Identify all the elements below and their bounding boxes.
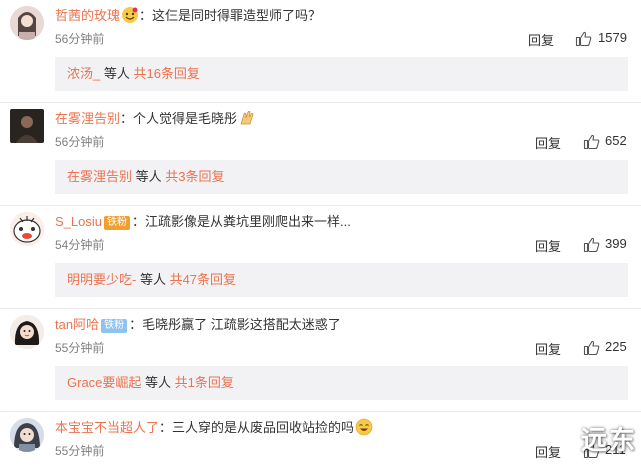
avatar[interactable] <box>10 212 44 246</box>
avatar[interactable] <box>10 315 44 349</box>
thumbs-up-icon[interactable] <box>583 339 600 356</box>
reply-summary[interactable]: 明明要少吃- 等人 共47条回复 <box>55 263 628 297</box>
thumbs-up-icon[interactable] <box>583 236 600 253</box>
reply-mid-text: 等人 <box>132 169 166 184</box>
reply-username[interactable]: 明明要少吃- <box>67 272 136 287</box>
comment-header: 本宝宝不当超人了：三人穿的是从废品回收站捡的吗 <box>55 418 373 438</box>
rose-emoji-icon <box>121 6 139 24</box>
comment-item: 本宝宝不当超人了：三人穿的是从废品回收站捡的吗 55分钟前 回复 211 <box>0 412 641 465</box>
reply-summary[interactable]: 在雾浬告别 等人 共3条回复 <box>55 160 628 194</box>
username[interactable]: 哲茜的玫瑰 <box>55 8 120 23</box>
reply-button[interactable]: 回复 <box>535 236 561 255</box>
comment-text: ：毛晓彤赢了 江疏影这搭配太迷惑了 <box>129 317 341 332</box>
comment-time: 56分钟前 <box>55 135 105 149</box>
comment-text: ：个人觉得是毛晓彤 <box>120 111 238 126</box>
thumbs-up-icon[interactable] <box>575 30 592 47</box>
username[interactable]: 本宝宝不当超人了 <box>55 420 159 435</box>
comment-item: 在雾浬告别：个人觉得是毛晓彤 56分钟前 回复 652 在雾浬告别 等人 共3条… <box>0 103 641 206</box>
username[interactable]: 在雾浬告别 <box>55 111 120 126</box>
comment-time: 55分钟前 <box>55 341 105 355</box>
comment-item: tan阿哈 铁粉 ：毛晓彤赢了 江疏影这搭配太迷惑了 55分钟前 回复 225 Gr… <box>0 309 641 412</box>
like-count: 652 <box>605 133 627 148</box>
iron-fan-badge: 铁粉 <box>101 319 128 333</box>
reply-summary[interactable]: Grace要崛起 等人 共1条回复 <box>55 366 628 400</box>
reply-button[interactable]: 回复 <box>535 133 561 152</box>
avatar[interactable] <box>10 6 44 40</box>
thumbs-up-icon[interactable] <box>583 133 600 150</box>
comment-time: 54分钟前 <box>55 238 105 252</box>
comment-item: S_Losiu 铁粉 ：江疏影像是从粪坑里刚爬出来一样... 54分钟前 回复 39… <box>0 206 641 309</box>
avatar[interactable] <box>10 109 44 143</box>
reply-count-link[interactable]: 共16条回复 <box>133 66 199 81</box>
like-count: 1579 <box>598 30 627 45</box>
reply-count-link[interactable]: 共3条回复 <box>165 169 224 184</box>
like-count: 399 <box>605 236 627 251</box>
reply-button[interactable]: 回复 <box>528 30 554 49</box>
reply-count-link[interactable]: 共47条回复 <box>170 272 236 287</box>
fan-badge: 铁粉 <box>103 216 130 230</box>
reply-mid-text: 等人 <box>141 375 175 390</box>
reply-mid-text: 等人 <box>136 272 170 287</box>
watermark: 远东 <box>580 425 637 455</box>
laughing-emoji-icon <box>355 418 373 436</box>
comment-time: 56分钟前 <box>55 32 105 46</box>
comment-text: ：这仨是同时得罪造型师了吗？ <box>139 8 322 23</box>
reply-button[interactable]: 回复 <box>535 339 561 358</box>
reply-username[interactable]: 浓汤_ <box>67 66 100 81</box>
avatar[interactable] <box>10 418 44 452</box>
reply-username[interactable]: Grace要崛起 <box>67 375 141 390</box>
comment-item: 哲茜的玫瑰 ：这仨是同时得罪造型师了吗？ 56分钟前 回复 1579 浓汤_ 等人… <box>0 0 641 103</box>
reply-button[interactable]: 回复 <box>535 442 561 461</box>
reply-count-link[interactable]: 共1条回复 <box>175 375 234 390</box>
comment-header: tan阿哈 铁粉 ：毛晓彤赢了 江疏影这搭配太迷惑了 <box>55 315 341 335</box>
reply-summary[interactable]: 浓汤_ 等人 共16条回复 <box>55 57 628 91</box>
comment-header: 哲茜的玫瑰 ：这仨是同时得罪造型师了吗？ <box>55 6 321 26</box>
comment-time: 55分钟前 <box>55 444 105 458</box>
reply-username[interactable]: 在雾浬告别 <box>67 169 132 184</box>
username[interactable]: S_Losiu <box>55 214 102 229</box>
comment-header: 在雾浬告别：个人觉得是毛晓彤 <box>55 109 256 129</box>
comment-text: ：江疏影像是从粪坑里刚爬出来一样... <box>131 214 351 229</box>
username[interactable]: tan阿哈 <box>55 317 99 332</box>
like-count: 225 <box>605 339 627 354</box>
clapping-hands-emoji-icon <box>238 109 256 127</box>
comment-header: S_Losiu 铁粉 ：江疏影像是从粪坑里刚爬出来一样... <box>55 212 351 232</box>
reply-mid-text: 等人 <box>100 66 134 81</box>
comment-text: ：三人穿的是从废品回收站捡的吗 <box>159 420 355 435</box>
